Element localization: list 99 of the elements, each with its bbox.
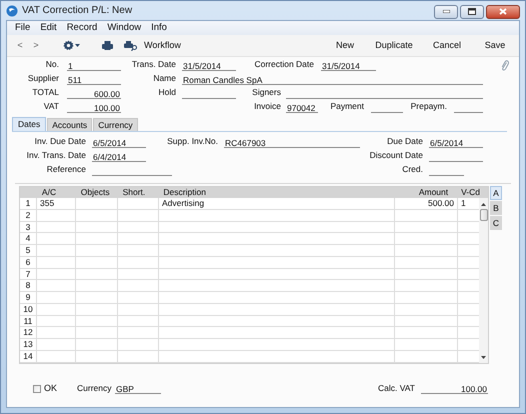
field-label: No.: [44, 58, 60, 71]
column-header: V-Cd: [460, 187, 482, 198]
close-icon: [499, 8, 507, 15]
back-button[interactable]: <: [15, 38, 25, 52]
input-field[interactable]: 100.00: [421, 383, 488, 394]
caret-icon: [75, 44, 80, 47]
input-field[interactable]: Roman Candles SpA: [182, 74, 483, 85]
settings-icon: [63, 40, 74, 51]
field-label: Due Date: [386, 135, 424, 148]
minimize-icon: [442, 10, 450, 13]
toolbar-button[interactable]: New: [325, 38, 365, 52]
toolbar-button[interactable]: Duplicate: [365, 38, 423, 52]
workflow-button[interactable]: Workflow: [144, 38, 181, 52]
checkbox-label: OK: [44, 382, 58, 395]
table-cell-text: 1: [460, 198, 467, 209]
table-cell: 500.00: [395, 198, 458, 209]
row-number: 13: [20, 339, 37, 350]
row-number: 10: [20, 304, 37, 314]
table-cell: Advertising: [159, 198, 395, 209]
input-field[interactable]: GBP: [115, 383, 162, 394]
toolbar-button[interactable]: Save: [471, 38, 519, 52]
printer-icon: [102, 41, 113, 50]
input-field[interactable]: 600.00: [67, 88, 121, 99]
row-number: 5: [20, 245, 37, 256]
field-label: Discount Date: [368, 149, 424, 162]
row-number: 3: [20, 222, 37, 232]
maximize-button[interactable]: [460, 4, 484, 18]
input-field[interactable]: 511: [67, 74, 121, 85]
row-number: 12: [20, 327, 37, 338]
row-number: 6: [20, 256, 37, 268]
input-field[interactable]: 100.00: [67, 102, 121, 113]
table-cell: 355: [37, 198, 76, 209]
row-number: 4: [20, 233, 37, 244]
field-label: Currency: [77, 382, 112, 395]
app-logo-icon: [6, 4, 18, 16]
print-preview-button[interactable]: [124, 40, 138, 50]
window-title: VAT Correction P/L: New: [22, 4, 132, 18]
menu-item[interactable]: Record: [62, 20, 102, 36]
field-label: Calc. VAT: [378, 382, 416, 395]
field-label: Correction Date: [253, 58, 315, 71]
field-label: Inv. Trans. Date: [26, 149, 87, 162]
paperclip-icon[interactable]: [501, 60, 509, 71]
row-number: 2: [20, 210, 37, 220]
side-tab[interactable]: A: [490, 186, 502, 200]
field-label: Signers: [251, 86, 282, 99]
field-label: Supplier: [26, 72, 60, 85]
field-label: Name: [152, 72, 177, 85]
settings-menu-button[interactable]: [63, 40, 80, 51]
field-label: Invoice: [253, 100, 282, 113]
menu-item[interactable]: File: [10, 20, 36, 36]
column-header: Amount: [418, 187, 450, 198]
field-label: Trans. Date: [130, 58, 177, 71]
input-field[interactable]: 31/5/2014: [182, 60, 236, 71]
row-number: 8: [20, 280, 37, 291]
row-number: 9: [20, 292, 37, 303]
input-field[interactable]: 6/5/2014: [429, 137, 483, 148]
side-tab[interactable]: C: [490, 216, 502, 230]
menu-item[interactable]: Edit: [35, 20, 62, 36]
side-tab[interactable]: B: [490, 201, 502, 215]
row-number: 1: [20, 198, 37, 209]
forward-button[interactable]: >: [31, 38, 41, 52]
close-button[interactable]: [486, 4, 520, 18]
menu-item[interactable]: Window: [102, 20, 146, 36]
scroll-down-icon[interactable]: [481, 356, 486, 358]
field-label: Inv. Due Date: [34, 135, 87, 148]
field-label: Cred.: [401, 163, 424, 176]
field-label: TOTAL: [31, 86, 60, 99]
scrollbar-thumb[interactable]: [480, 209, 488, 221]
scrollbar[interactable]: [479, 198, 488, 362]
column-header: A/C: [40, 187, 58, 198]
column-header: Objects: [80, 187, 111, 198]
tab[interactable]: Dates: [12, 117, 46, 131]
input-field[interactable]: 31/5/2014: [321, 60, 376, 71]
field-label: Payment: [329, 100, 365, 113]
input-field[interactable]: 1: [67, 60, 121, 71]
row-number: 11: [20, 316, 37, 326]
printer-magnifier-icon: [124, 40, 138, 50]
column-header: Description: [162, 187, 207, 198]
row-number: 7: [20, 268, 37, 280]
input-field[interactable]: 970042: [286, 102, 318, 113]
tab[interactable]: Accounts: [47, 118, 92, 131]
field-label: Reference: [46, 163, 87, 176]
print-button[interactable]: [102, 41, 113, 50]
input-field[interactable]: 6/5/2014: [92, 137, 146, 148]
scroll-up-icon[interactable]: [481, 203, 486, 206]
tab[interactable]: Currency: [93, 118, 138, 131]
menu-item[interactable]: Info: [146, 20, 172, 36]
input-field[interactable]: 6/4/2014: [92, 151, 146, 162]
column-header: Short.: [122, 187, 146, 198]
field-label: VAT: [42, 100, 60, 113]
row-number: 14: [20, 350, 37, 362]
input-field[interactable]: RC467903: [224, 137, 360, 148]
field-label: Supp. Inv.No.: [166, 135, 219, 148]
field-label: Hold: [158, 86, 177, 99]
field-label: Prepaym.: [410, 100, 448, 113]
minimize-button[interactable]: [434, 4, 458, 18]
checkbox[interactable]: [33, 384, 41, 392]
toolbar-button[interactable]: Cancel: [423, 38, 471, 52]
maximize-icon: [468, 8, 476, 15]
